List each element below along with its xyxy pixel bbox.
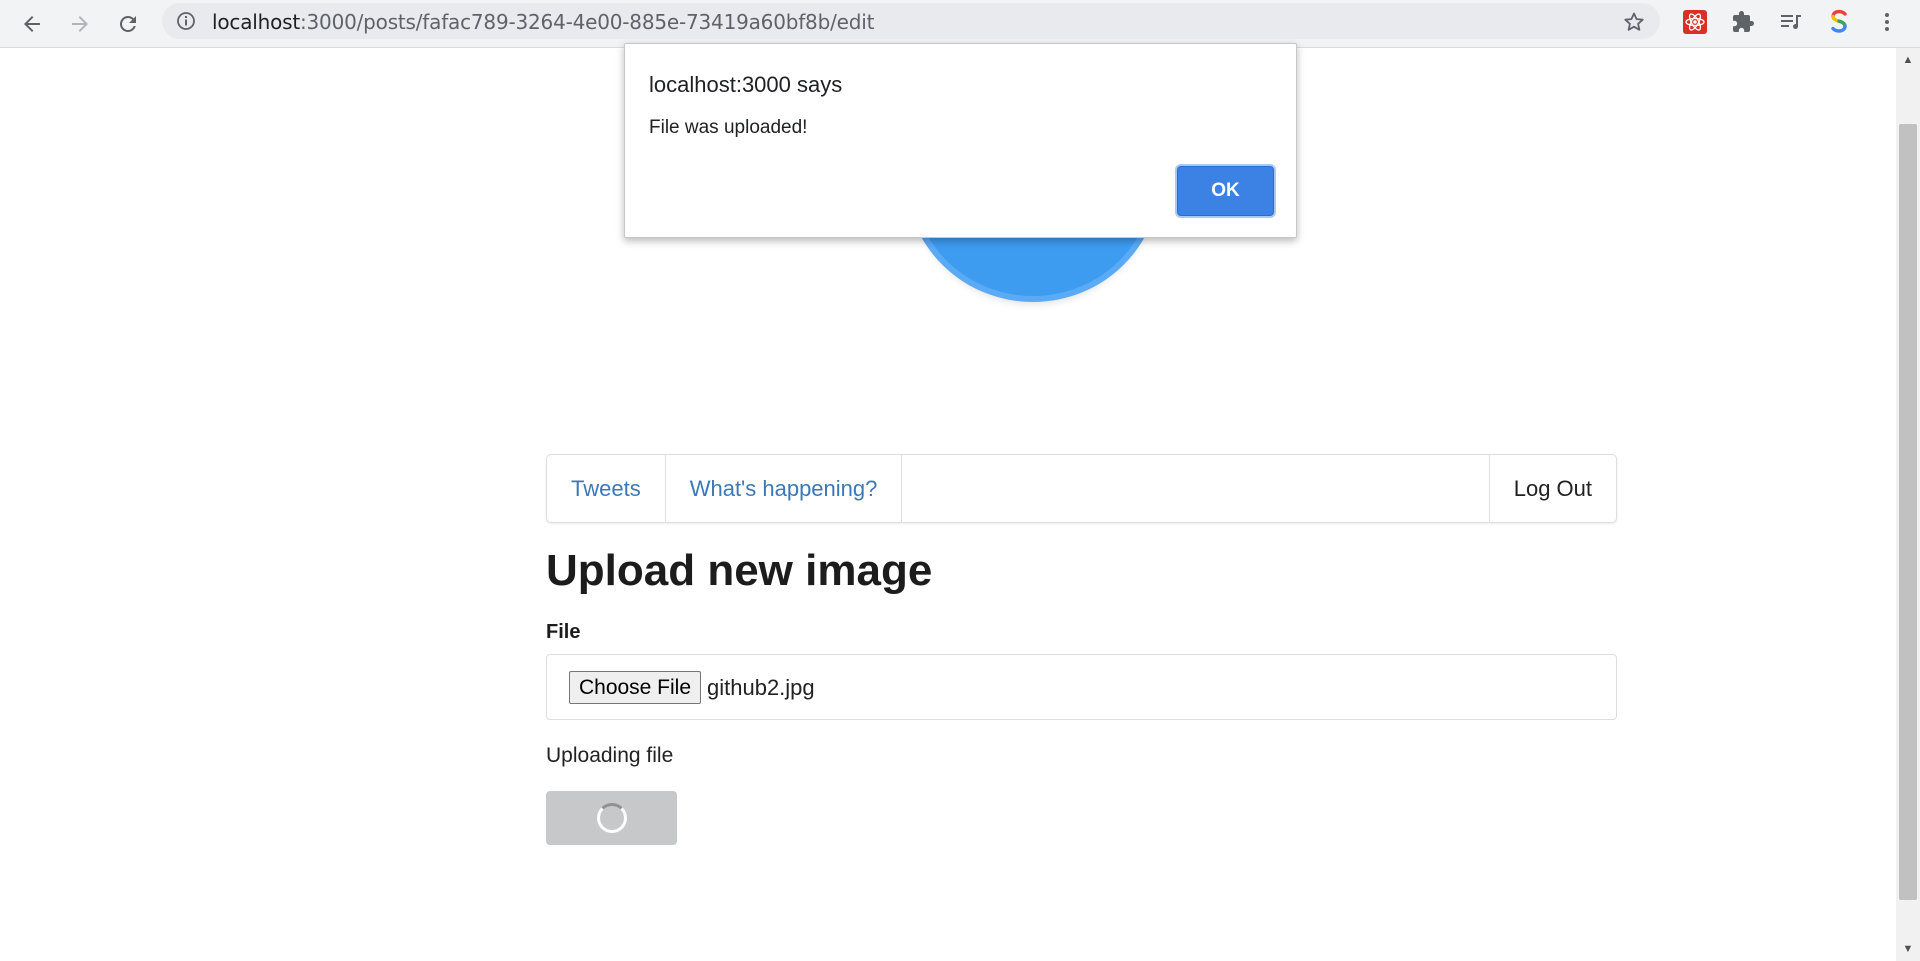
react-devtools-extension[interactable] <box>1680 7 1710 37</box>
alert-dialog: localhost:3000 says File was uploaded! O… <box>624 43 1297 238</box>
file-input[interactable]: Choose File github2.jpg <box>546 654 1617 720</box>
dialog-message: File was uploaded! <box>649 117 808 138</box>
info-icon[interactable] <box>176 11 196 31</box>
react-devtools-icon <box>1683 10 1707 34</box>
browser-toolbar: localhost:3000/posts/fafac789-3264-4e00-… <box>0 0 1920 48</box>
arrow-right-icon <box>72 16 88 32</box>
extensions-button[interactable] <box>1728 7 1758 37</box>
page-scrollbar[interactable]: ▲ ▼ <box>1896 48 1920 961</box>
nav-tweets-link[interactable]: Tweets <box>547 455 666 522</box>
media-control-button[interactable] <box>1776 7 1806 37</box>
loading-spinner-icon <box>596 803 627 833</box>
main-navbar: Tweets What's happening? Log Out <box>546 454 1617 523</box>
s-extension-button[interactable] <box>1824 7 1854 37</box>
nav-spacer <box>902 455 1490 522</box>
url-host: localhost <box>212 10 300 34</box>
upload-submit-button[interactable] <box>546 791 677 845</box>
scroll-down-arrow-icon[interactable]: ▼ <box>1896 939 1920 959</box>
back-button[interactable] <box>14 6 50 42</box>
page-title: Upload new image <box>546 546 933 595</box>
kebab-menu-icon <box>1885 13 1889 31</box>
forward-button[interactable] <box>62 6 98 42</box>
selected-file-name: github2.jpg <box>707 675 815 700</box>
choose-file-button[interactable]: Choose File <box>569 671 701 704</box>
dialog-ok-button[interactable]: OK <box>1177 166 1274 216</box>
star-icon[interactable] <box>1622 10 1646 34</box>
puzzle-icon <box>1733 11 1754 32</box>
media-queue-icon <box>1781 15 1801 29</box>
file-field-label: File <box>546 621 581 643</box>
arrow-left-icon <box>24 16 40 32</box>
url-path: :3000/posts/fafac789-3264-4e00-885e-7341… <box>299 10 875 34</box>
nav-logout-link[interactable]: Log Out <box>1490 455 1616 522</box>
address-bar[interactable]: localhost:3000/posts/fafac789-3264-4e00-… <box>162 3 1660 39</box>
dialog-title: localhost:3000 says <box>649 72 843 97</box>
url-text[interactable]: localhost:3000/posts/fafac789-3264-4e00-… <box>212 11 874 33</box>
upload-status-text: Uploading file <box>546 744 674 767</box>
browser-menu-button[interactable] <box>1872 7 1902 37</box>
nav-whats-happening-link[interactable]: What's happening? <box>666 455 903 522</box>
s-extension-icon <box>1831 9 1847 33</box>
scroll-up-arrow-icon[interactable]: ▲ <box>1896 50 1920 70</box>
reload-button[interactable] <box>110 6 146 42</box>
reload-icon <box>119 15 136 32</box>
scroll-thumb[interactable] <box>1899 124 1917 900</box>
